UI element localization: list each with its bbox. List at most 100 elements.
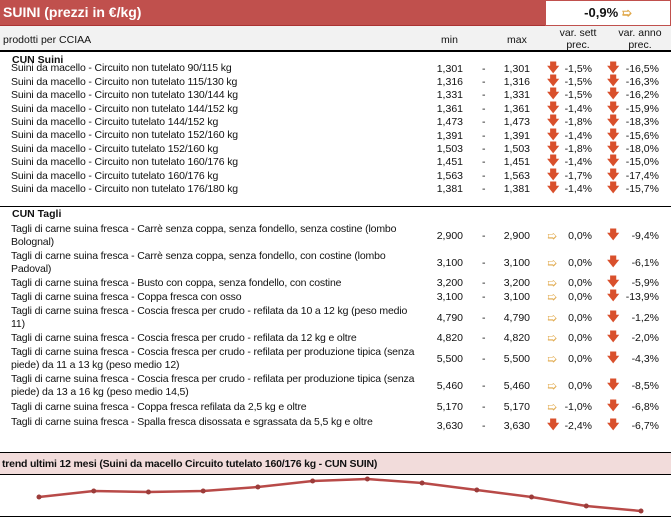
range-dash: - (482, 256, 486, 269)
var-week: -1,0% (564, 401, 592, 413)
var-week: 0,0% (568, 379, 592, 392)
max-price: 1,563 (503, 169, 530, 182)
trend-chart-svg (36, 476, 644, 514)
product-name: Suini da macello - Circuito non tutelato… (11, 89, 238, 102)
arrow-down-icon: 🡇 (607, 350, 620, 364)
min-price: 1,451 (436, 156, 463, 169)
range-dash: - (482, 129, 486, 142)
trend-point (145, 489, 151, 495)
arrow-right-icon: ➯ (547, 331, 558, 345)
var-week: -1,8% (564, 143, 592, 156)
var-year: -15,9% (625, 102, 659, 115)
max-price: 4,790 (503, 311, 530, 324)
trend-chart (0, 475, 671, 517)
var-week: -1,4% (564, 129, 592, 142)
summary-value: -0,9% (584, 5, 619, 20)
column-header-row: prodotti per CCIAA min max var. sett prec… (0, 26, 671, 52)
table-row: Tagli di carne suina fresca - Coscia fre… (0, 372, 671, 399)
table-row: Suini da macello - Circuito tutelato 144… (0, 114, 671, 129)
col-var-year: var. anno prec. (612, 27, 668, 51)
arrow-right-icon: ➯ (547, 400, 558, 414)
min-price: 4,790 (436, 311, 463, 324)
var-year: -6,8% (631, 401, 659, 413)
product-name: Suini da macello - Circuito tutelato 152… (11, 142, 219, 155)
min-price: 1,503 (436, 143, 463, 156)
arrow-right-icon: ➯ (547, 378, 558, 393)
table-row: Suini da macello - Circuito non tutelato… (0, 60, 671, 75)
product-name: Tagli di carne suina fresca - Spalla fre… (11, 416, 373, 428)
table-row: Suini da macello - Circuito non tutelato… (0, 127, 671, 142)
col-var-year-line2: prec. (628, 39, 652, 51)
arrow-down-icon: 🡇 (547, 180, 560, 195)
var-year: -16,3% (625, 76, 659, 89)
var-year: -15,6% (625, 129, 659, 142)
var-year: -4,3% (631, 352, 659, 365)
arrow-right-icon: ➯ (547, 351, 558, 366)
arrow-right-icon: ➯ (547, 228, 558, 243)
var-year: -15,0% (625, 156, 659, 169)
arrow-down-icon: 🡇 (607, 180, 620, 195)
trend-point (529, 494, 535, 500)
product-name: Suini da macello - Circuito tutelato 144… (11, 116, 219, 129)
col-max: max (507, 34, 527, 46)
product-name: Tagli di carne suina fresca - Coppa fres… (11, 400, 307, 413)
range-dash: - (482, 229, 486, 242)
min-price: 3,100 (436, 256, 463, 269)
var-year: -6,1% (631, 256, 659, 269)
var-week: -1,4% (564, 156, 592, 169)
min-price: 1,316 (436, 76, 463, 89)
trend-point (364, 476, 370, 482)
table-row: Suini da macello - Circuito non tutelato… (0, 74, 671, 89)
range-dash: - (482, 291, 486, 303)
trend-point (200, 488, 206, 494)
max-price: 1,391 (503, 129, 530, 142)
range-dash: - (482, 76, 486, 89)
var-year: -16,2% (625, 89, 659, 102)
var-year: -18,3% (625, 116, 659, 129)
trend-point (91, 488, 97, 494)
max-price: 1,316 (503, 76, 530, 89)
min-price: 3,100 (436, 291, 463, 303)
page-title: SUINI (prezzi in €/kg) (3, 4, 142, 20)
col-product: prodotti per CCIAA (3, 34, 92, 46)
summary-variation: -0,9% ➯ (545, 0, 671, 26)
min-price: 1,361 (436, 102, 463, 115)
var-week: 0,0% (568, 277, 592, 289)
trend-point (638, 508, 644, 514)
max-price: 3,630 (503, 420, 530, 432)
product-name: Tagli di carne suina fresca - Coscia fre… (11, 373, 415, 398)
arrow-down-icon: 🡇 (607, 417, 620, 432)
table-row: Tagli di carne suina fresca - Coscia fre… (0, 304, 671, 331)
product-name: Tagli di carne suina fresca - Coppa fres… (11, 290, 242, 303)
table-row: Suini da macello - Circuito non tutelato… (0, 154, 671, 169)
product-name: Tagli di carne suina fresca - Busto con … (11, 276, 342, 289)
max-price: 3,100 (503, 291, 530, 303)
min-price: 5,500 (436, 352, 463, 365)
min-price: 1,473 (436, 116, 463, 129)
var-year: -2,0% (631, 332, 659, 344)
arrow-down-icon: 🡇 (607, 377, 620, 391)
table-row: Suini da macello - Circuito non tutelato… (0, 181, 671, 196)
arrow-down-icon: 🡇 (547, 417, 560, 432)
max-price: 4,820 (503, 332, 530, 344)
arrow-right-icon: ➯ (547, 290, 558, 304)
trend-point (255, 484, 261, 490)
var-year: -18,0% (625, 143, 659, 156)
var-week: -1,5% (564, 76, 592, 89)
var-week: 0,0% (568, 352, 592, 365)
table-row: Tagli di carne suina fresca - Coscia fre… (0, 330, 671, 346)
range-dash: - (482, 89, 486, 102)
table-row: Suini da macello - Circuito non tutelato… (0, 87, 671, 102)
product-name: Tagli di carne suina fresca - Carrè senz… (11, 250, 386, 275)
table-row: Tagli di carne suina fresca - Carrè senz… (0, 222, 671, 249)
trend-point (419, 480, 425, 486)
arrow-down-icon: 🡇 (607, 227, 620, 241)
max-price: 2,900 (503, 229, 530, 242)
arrow-down-icon: 🡇 (607, 309, 620, 323)
table-row: Suini da macello - Circuito non tutelato… (0, 100, 671, 115)
var-year: -16,5% (625, 62, 659, 75)
range-dash: - (482, 277, 486, 289)
trend-point (583, 503, 589, 509)
table-row: Tagli di carne suina fresca - Busto con … (0, 275, 671, 291)
product-name: Tagli di carne suina fresca - Carrè senz… (11, 223, 397, 248)
